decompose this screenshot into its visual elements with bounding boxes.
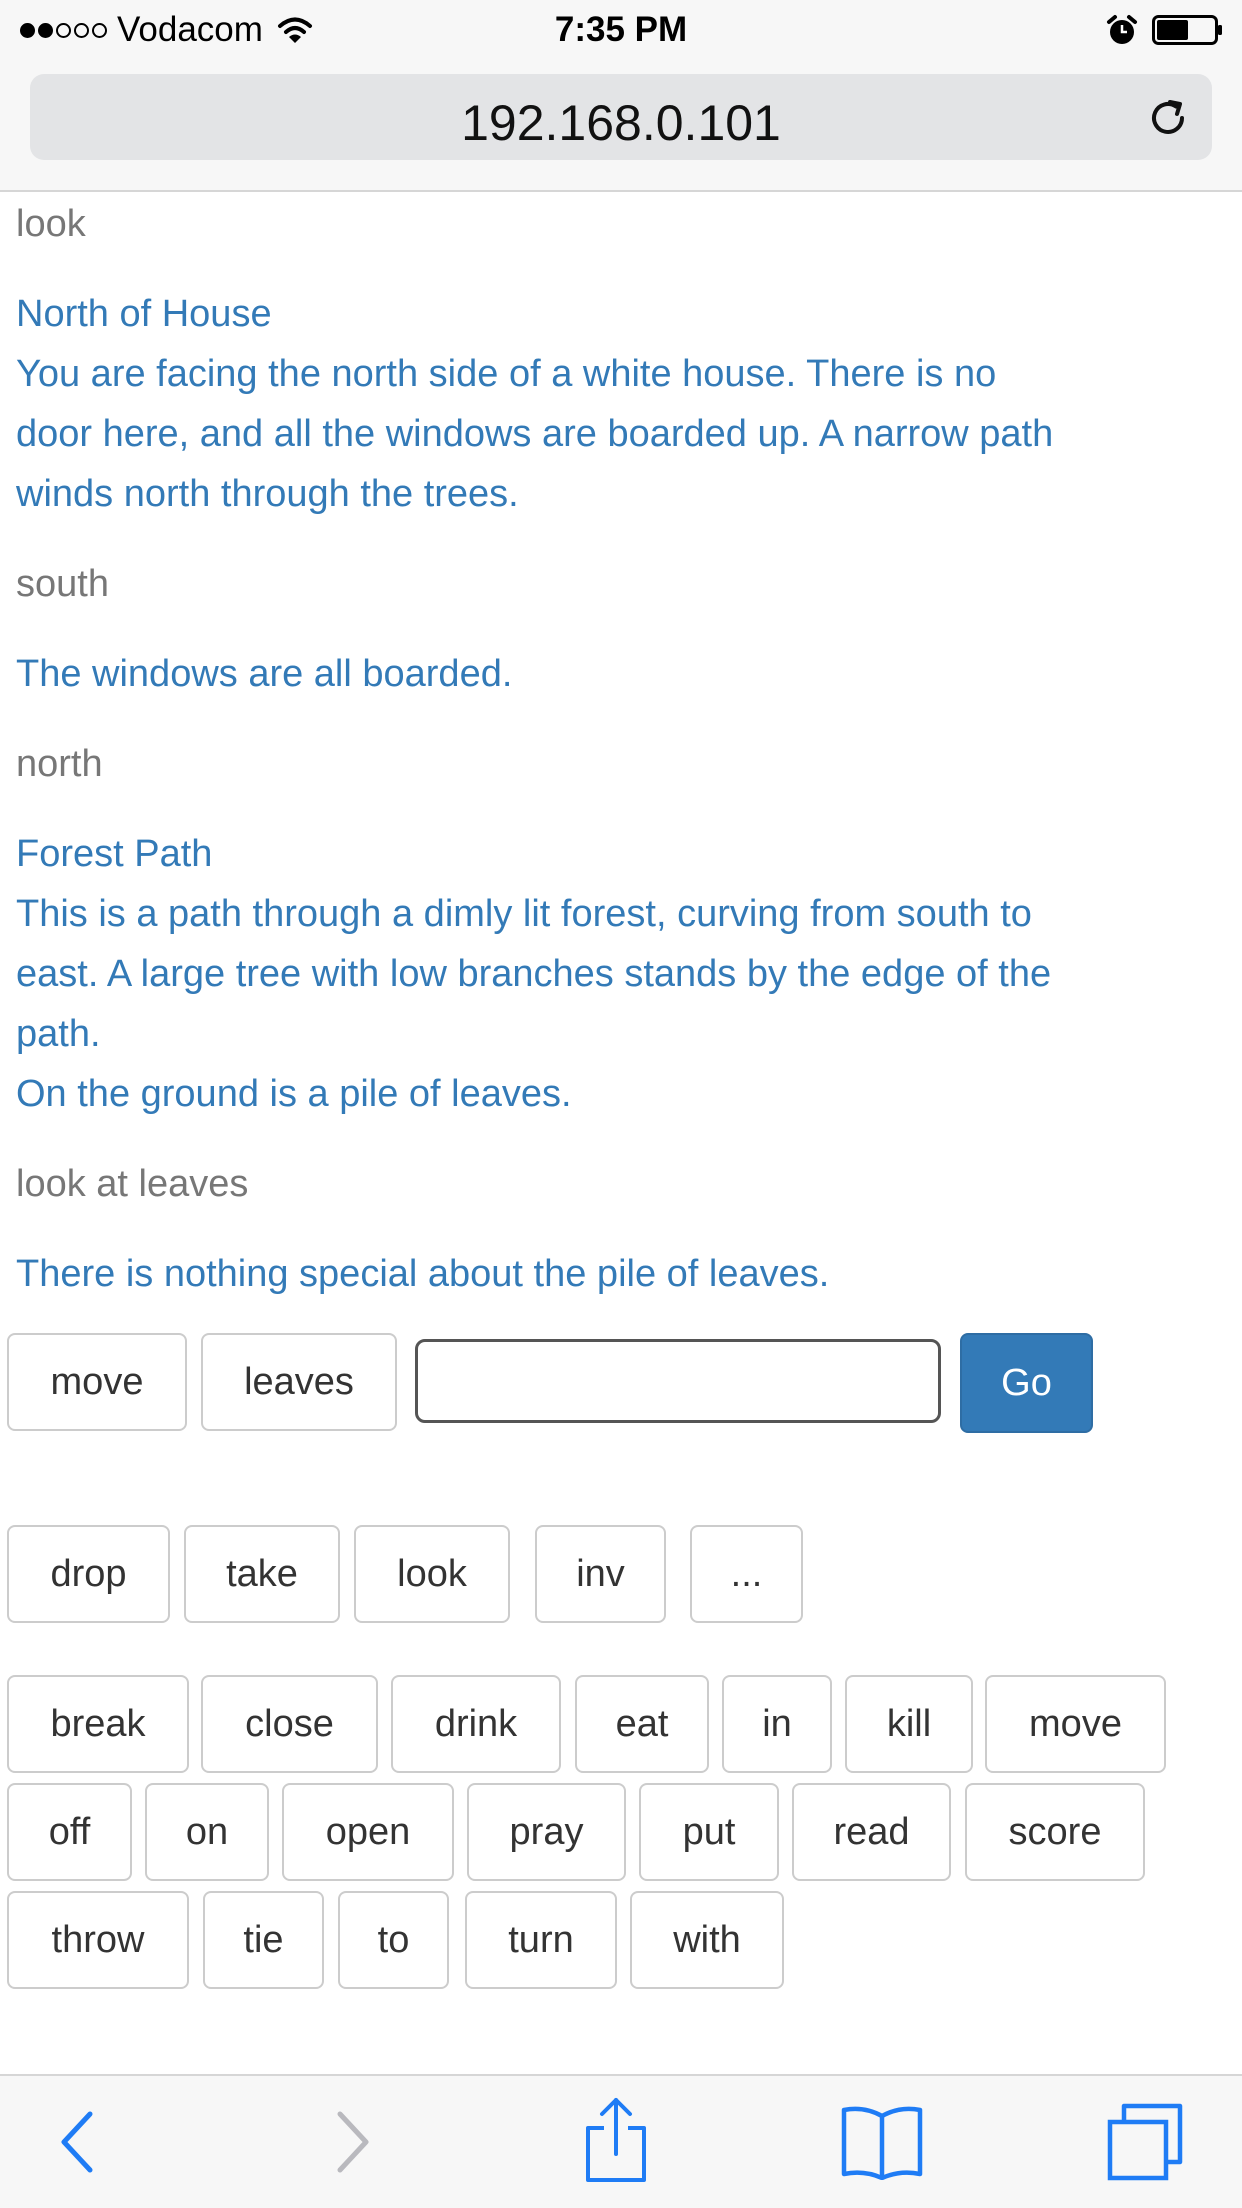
command-echo: look [16, 203, 86, 245]
response-line: east. A large tree with low branches sta… [16, 953, 1052, 995]
reload-icon[interactable] [1146, 96, 1190, 140]
action-button-take[interactable]: take [184, 1525, 340, 1623]
room-title: North of House [16, 293, 272, 335]
verb-button-put[interactable]: put [639, 1783, 779, 1881]
response-block: Forest Path This is a path through a dim… [16, 824, 1051, 1124]
status-bar: Vodacom 7:35 PM [0, 0, 1242, 60]
verb-button-pray[interactable]: pray [467, 1783, 626, 1881]
action-button-look[interactable]: look [354, 1525, 510, 1623]
command-echo: look at leaves [16, 1163, 249, 1205]
verb-button-read[interactable]: read [792, 1783, 951, 1881]
verb-button-turn[interactable]: turn [465, 1891, 617, 1989]
action-button-drop[interactable]: drop [7, 1525, 170, 1623]
response-line: There is nothing special about the pile … [16, 1253, 830, 1295]
response-line: On the ground is a pile of leaves. [16, 1073, 572, 1115]
status-time: 7:35 PM [554, 10, 688, 49]
share-icon[interactable] [584, 2094, 648, 2184]
response-line: winds north through the trees. [16, 473, 519, 515]
response-block: North of House You are facing the north … [16, 284, 1053, 524]
tabs-icon[interactable] [1106, 2102, 1184, 2182]
verb-button-open[interactable]: open [282, 1783, 454, 1881]
response-line: path. [16, 1013, 101, 1055]
response-line: The windows are all boarded. [16, 653, 513, 695]
back-icon[interactable] [58, 2100, 98, 2184]
room-title: Forest Path [16, 833, 213, 875]
forward-icon[interactable] [332, 2100, 372, 2184]
verb-button-with[interactable]: with [630, 1891, 784, 1989]
verb-button-off[interactable]: off [7, 1783, 132, 1881]
verb-button-on[interactable]: on [145, 1783, 269, 1881]
verb-button-move[interactable]: move [985, 1675, 1166, 1773]
action-button-inv[interactable]: inv [535, 1525, 666, 1623]
response-line: door here, and all the windows are board… [16, 413, 1054, 455]
url-text[interactable]: 192.168.0.101 [30, 94, 1212, 152]
word-button-leaves[interactable]: leaves [201, 1333, 397, 1431]
command-echo: south [16, 563, 109, 605]
alarm-clock-icon [1107, 15, 1137, 44]
word-button-move[interactable]: move [7, 1333, 187, 1431]
go-button[interactable]: Go [960, 1333, 1093, 1433]
address-bar-area: 192.168.0.101 [0, 60, 1242, 192]
verb-button-score[interactable]: score [965, 1783, 1145, 1881]
response-line: This is a path through a dimly lit fores… [16, 893, 1032, 935]
verb-button-throw[interactable]: throw [7, 1891, 189, 1989]
bookmarks-icon[interactable] [840, 2104, 924, 2180]
verb-button-to[interactable]: to [338, 1891, 449, 1989]
verb-button-in[interactable]: in [722, 1675, 832, 1773]
verb-button-drink[interactable]: drink [391, 1675, 561, 1773]
command-echo: north [16, 743, 103, 785]
verb-button-eat[interactable]: eat [575, 1675, 709, 1773]
verb-button-break[interactable]: break [7, 1675, 189, 1773]
response-line: You are facing the north side of a white… [16, 353, 997, 395]
browser-toolbar [0, 2074, 1242, 2208]
address-bar[interactable]: 192.168.0.101 [30, 74, 1212, 160]
battery-icon [1152, 15, 1222, 45]
action-button-more[interactable]: ... [690, 1525, 803, 1623]
verb-button-close[interactable]: close [201, 1675, 378, 1773]
verb-button-tie[interactable]: tie [203, 1891, 324, 1989]
command-input[interactable] [415, 1339, 941, 1423]
status-right [1106, 14, 1224, 46]
verb-button-kill[interactable]: kill [845, 1675, 973, 1773]
